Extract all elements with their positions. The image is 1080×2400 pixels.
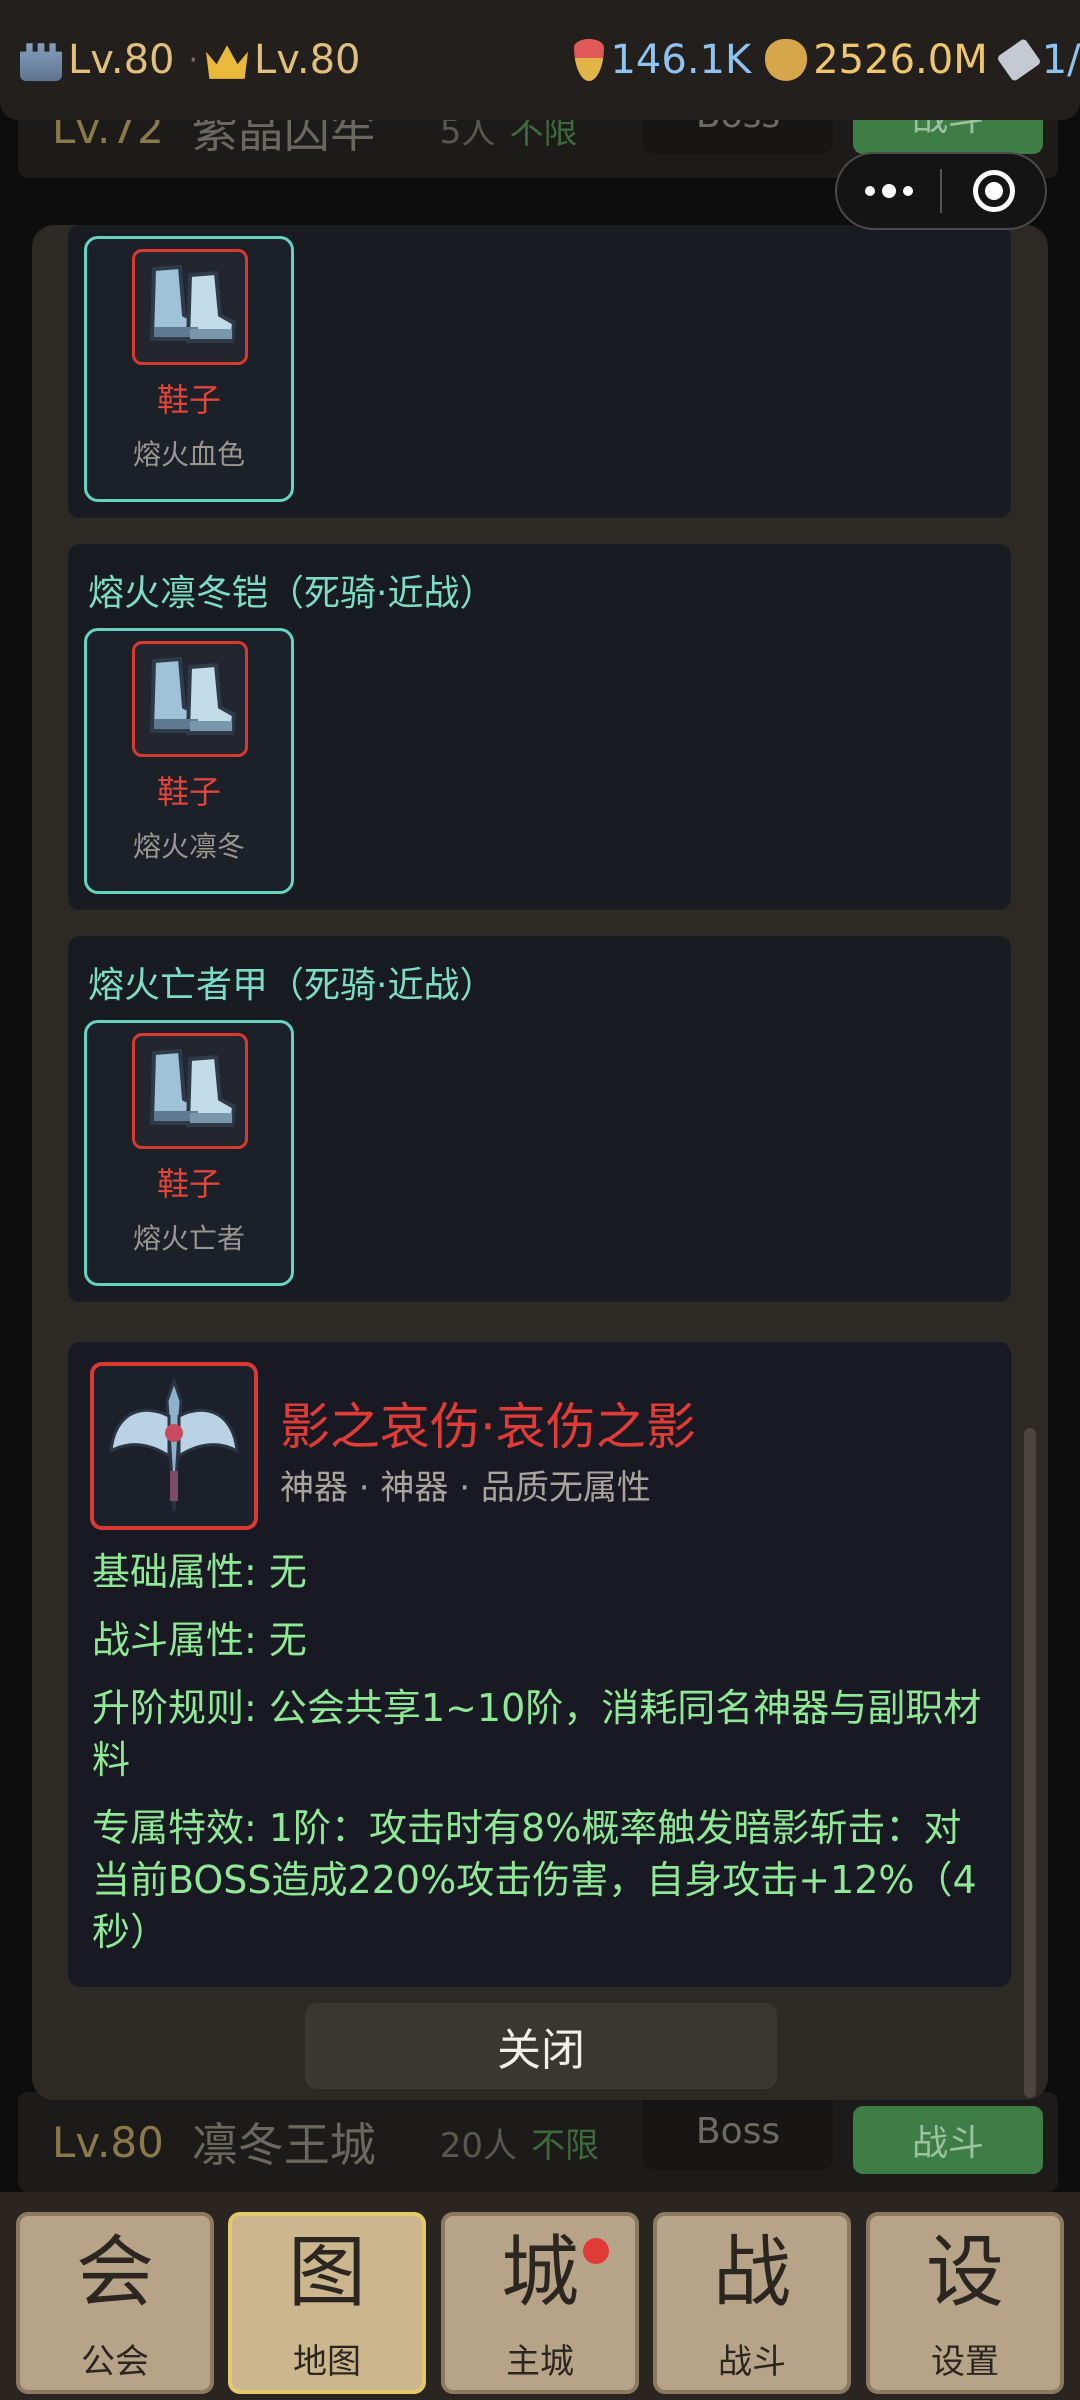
tab-glyph: 战 [712,2228,791,2318]
boss-button[interactable]: Boss [643,2092,833,2170]
set-title: 熔火凛冬铠（死骑·近战） [88,573,496,614]
tab-map[interactable]: 图 地图 [228,2212,426,2394]
crown-level: Lv.80 [206,37,360,83]
set-card: 熔火凛冬铠（死骑·近战） 鞋子 熔火凛冬 [68,544,1011,910]
separator-dot: · [188,42,199,78]
artifact-name: 影之哀伤·哀伤之影 [280,1398,696,1456]
artifact-category: 神器 · 神器 · 品质无属性 [280,1468,651,1508]
upgrade-rule: 升阶规则: 公会共享1~10阶，消耗同名神器与副职材料 [92,1686,982,1782]
item-slot-name: 鞋子 [156,381,221,419]
bottom-tab-bar: 会 公会 图 地图 城 主城 战 战斗 设 设置 [0,2192,1080,2400]
tab-guild[interactable]: 会 公会 [16,2212,214,2394]
tab-label: 主城 [506,2342,574,2382]
notification-dot [583,2238,609,2264]
tab-main-city[interactable]: 城 主城 [441,2212,639,2394]
dungeon-level: Lv.80 [52,2117,164,2167]
ticket-icon [996,37,1042,83]
dungeon-row: Lv.80 凛冬王城 20人 不限 Boss 战斗 [18,2092,1058,2192]
ticket-counter: 1/50 [996,37,1080,83]
miniprogram-capsule [835,152,1047,230]
status-bar: Lv.80 · Lv.80 146.1K 2526.0M 1/50 [0,0,1080,120]
boots-icon [149,1048,237,1127]
set-card: 鞋子 熔火血色 [68,225,1011,518]
item-set-name: 熔火亡者 [132,1222,245,1255]
boots-icon [149,656,237,735]
item-slot-name: 鞋子 [156,1165,221,1203]
axe-icon [109,1376,239,1512]
castle-icon [20,43,62,81]
item-set-name: 熔火血色 [132,438,245,471]
tab-glyph: 会 [75,2228,154,2318]
battle-attribute: 战斗属性: 无 [92,1618,307,1662]
money-bag-icon [765,39,808,81]
tab-glyph: 图 [287,2228,366,2318]
tab-battle[interactable]: 战 战斗 [653,2212,851,2394]
equipment-item[interactable]: 鞋子 熔火凛冬 [84,628,294,894]
castle-level-value: Lv.80 [68,37,175,83]
tab-glyph: 设 [925,2228,1004,2318]
special-effect: 专属特效: 1阶：攻击时有8%概率触发暗影斩击：对当前BOSS造成220%攻击伤… [92,1806,977,1954]
tab-label: 地图 [293,2342,361,2382]
base-attribute: 基础属性: 无 [92,1550,307,1594]
item-frame [132,249,248,365]
gold-value: 2526.0M [813,37,988,83]
item-slot-name: 鞋子 [156,773,221,811]
medal-counter: 146.1K [574,37,751,83]
modal-scrollbar[interactable] [1024,1428,1036,2098]
dungeon-limit: 不限 [531,2125,600,2166]
medal-value: 146.1K [610,37,752,83]
set-card: 熔火亡者甲（死骑·近战） 鞋子 熔火亡者 [68,936,1011,1302]
item-frame [132,1033,248,1149]
tab-settings[interactable]: 设 设置 [866,2212,1064,2394]
gold-counter: 2526.0M [765,37,988,83]
tab-label: 战斗 [718,2342,786,2382]
boots-icon [149,264,237,343]
target-icon [972,170,1015,212]
crown-level-value: Lv.80 [254,37,361,83]
item-frame [132,641,248,757]
item-set-name: 熔火凛冬 [132,830,245,863]
crown-icon [206,45,249,79]
tab-glyph: 城 [500,2228,579,2318]
ticket-value: 1/50 [1041,37,1080,83]
castle-level: Lv.80 [20,37,174,83]
close-miniprogram-button[interactable] [942,154,1045,228]
more-menu-button[interactable] [837,154,940,228]
artifact-icon-frame [90,1362,258,1530]
dungeon-party-size: 20人 [439,2125,518,2166]
close-button[interactable]: 关闭 [305,2003,777,2089]
tab-label: 设置 [931,2342,999,2382]
fight-button[interactable]: 战斗 [853,2106,1043,2174]
medal-icon [574,39,605,81]
equipment-item[interactable]: 鞋子 熔火亡者 [84,1020,294,1286]
artifact-detail-card: 影之哀伤·哀伤之影 神器 · 神器 · 品质无属性 基础属性: 无 战斗属性: … [68,1342,1011,1987]
tab-label: 公会 [81,2342,149,2382]
dungeon-name: 凛冬王城 [191,2118,376,2172]
set-title: 熔火亡者甲（死骑·近战） [88,965,496,1006]
equipment-modal: 鞋子 熔火血色 熔火凛冬铠（死骑·近战） 鞋子 熔火凛冬 熔火亡者甲（死骑·近战… [32,225,1048,2100]
equipment-item[interactable]: 鞋子 熔火血色 [84,236,294,502]
